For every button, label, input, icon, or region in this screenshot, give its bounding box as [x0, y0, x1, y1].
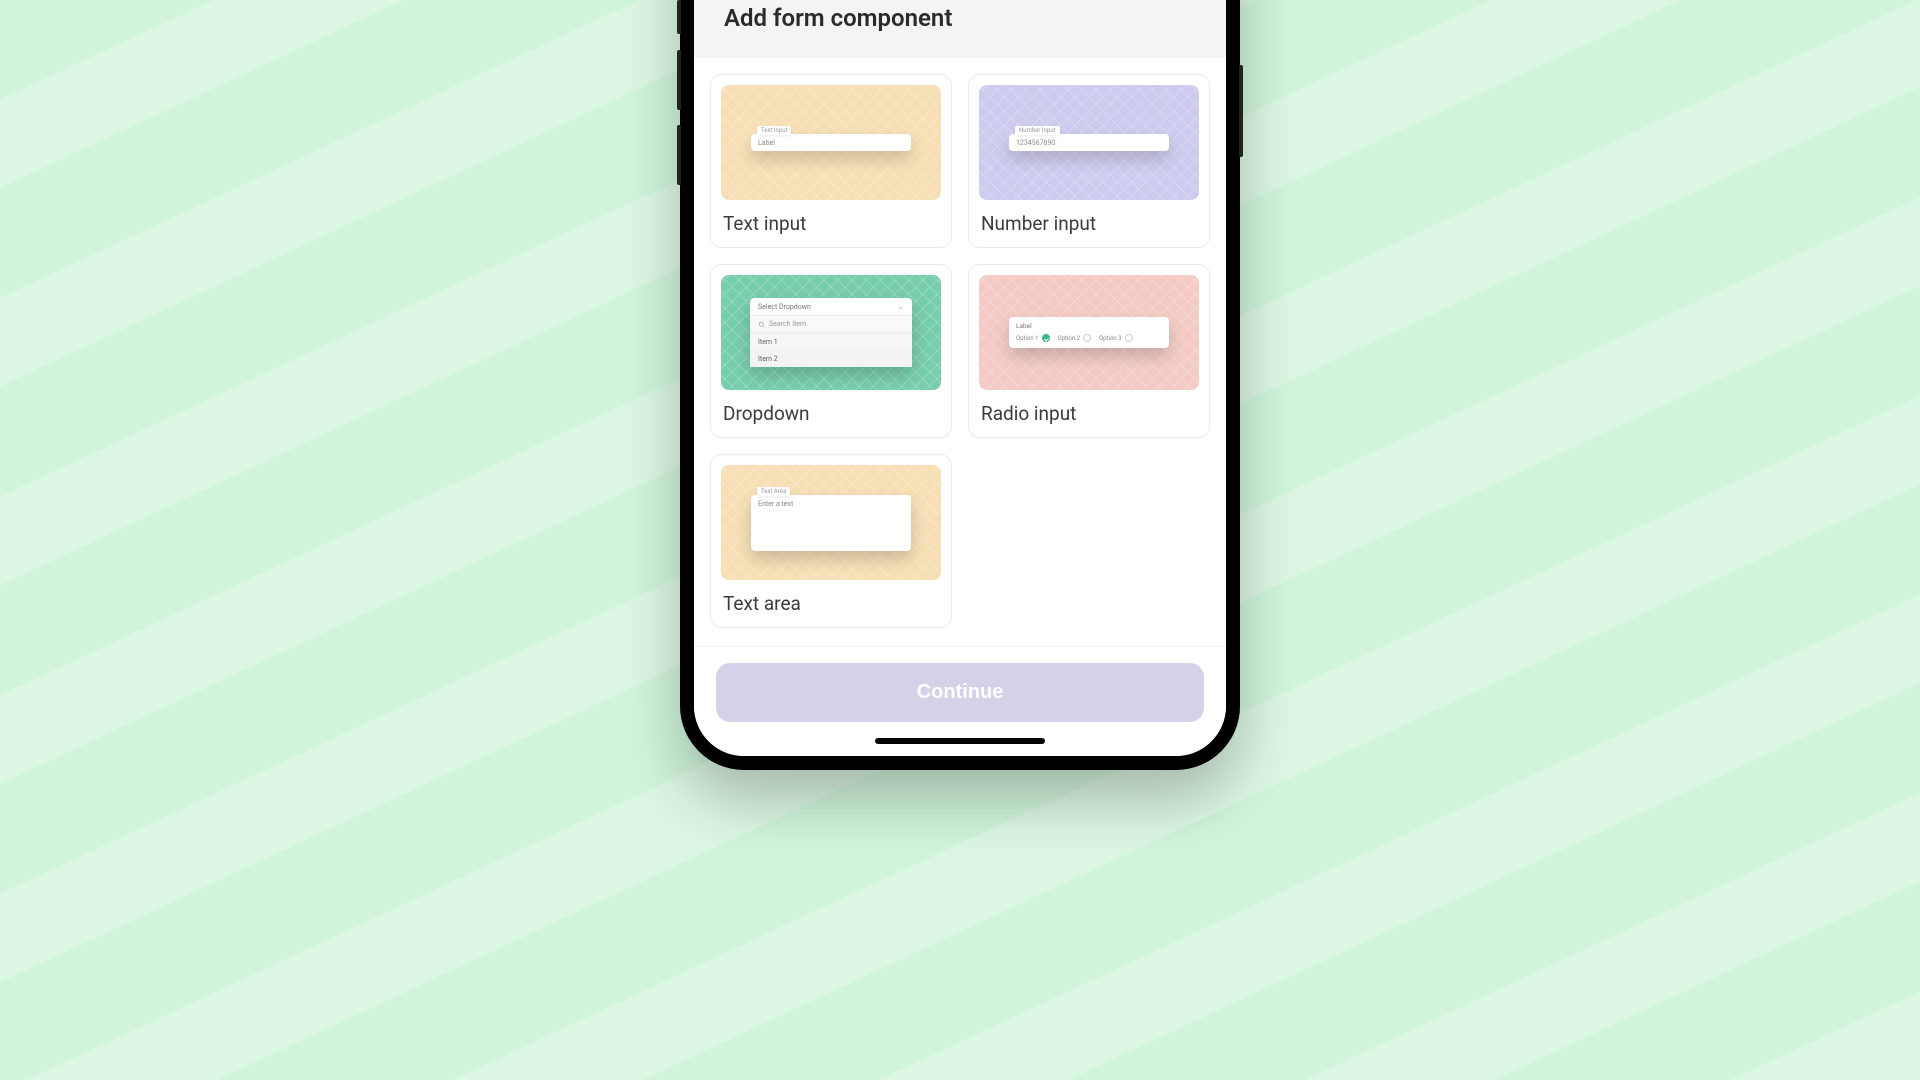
mock-placeholder: Enter a text — [758, 500, 793, 508]
radio-unselected-icon — [1083, 334, 1091, 342]
component-card-dropdown[interactable]: Select Dropdown ⌄ Search item Item 1 Ite… — [710, 264, 952, 438]
footer: Continue — [694, 646, 1226, 756]
preview-text-area: Text Area Enter a text — [721, 465, 941, 580]
preview-radio-input: Label Option 1 Option 2 Option 3 — [979, 275, 1199, 390]
phone-volume-up — [677, 50, 681, 110]
mock-label: Label — [1016, 322, 1162, 330]
dropdown-item: Item 1 — [750, 333, 912, 350]
component-grid: Text Input Label Text input Number Input… — [710, 74, 1210, 628]
dropdown-placeholder: Select Dropdown — [758, 303, 811, 311]
header: Add form component — [694, 0, 1226, 58]
mock-label: Text Area — [757, 487, 790, 496]
card-title: Text area — [721, 592, 941, 615]
phone-power-button — [1239, 65, 1243, 157]
radio-unselected-icon — [1125, 334, 1133, 342]
screen: Add form component Text Input Label Text… — [694, 0, 1226, 756]
chevron-down-icon: ⌄ — [897, 302, 904, 311]
content: Text Input Label Text input Number Input… — [694, 58, 1226, 646]
preview-text-input: Text Input Label — [721, 85, 941, 200]
card-title: Text input — [721, 212, 941, 235]
continue-button[interactable]: Continue — [716, 663, 1204, 722]
component-card-text-area[interactable]: Text Area Enter a text Text area — [710, 454, 952, 628]
component-card-number-input[interactable]: Number Input 1234567890 Number input — [968, 74, 1210, 248]
card-title: Dropdown — [721, 402, 941, 425]
phone-frame: Add form component Text Input Label Text… — [680, 0, 1240, 770]
mock-value: 1234567890 — [1016, 139, 1055, 147]
phone-volume-down — [677, 125, 681, 185]
mock-label: Text Input — [757, 126, 791, 135]
radio-option: Option 3 — [1099, 334, 1133, 342]
component-card-radio-input[interactable]: Label Option 1 Option 2 Option 3 — [968, 264, 1210, 438]
mock-number-input: Number Input 1234567890 — [1009, 134, 1169, 151]
mock-dropdown: Select Dropdown ⌄ Search item Item 1 Ite… — [750, 298, 912, 367]
card-title: Number input — [979, 212, 1199, 235]
mock-label: Number Input — [1015, 126, 1060, 135]
mock-text-input: Text Input Label — [751, 134, 911, 151]
mock-text-area: Text Area Enter a text — [751, 495, 911, 551]
phone-side-button — [677, 0, 681, 34]
preview-number-input: Number Input 1234567890 — [979, 85, 1199, 200]
radio-option: Option 2 — [1058, 334, 1092, 342]
dropdown-item: Item 2 — [750, 350, 912, 367]
preview-dropdown: Select Dropdown ⌄ Search item Item 1 Ite… — [721, 275, 941, 390]
mock-value: Label — [758, 139, 775, 147]
dropdown-search-placeholder: Search item — [769, 320, 806, 328]
radio-selected-icon — [1042, 334, 1050, 342]
component-card-text-input[interactable]: Text Input Label Text input — [710, 74, 952, 248]
radio-option: Option 1 — [1016, 334, 1050, 342]
search-icon — [758, 321, 765, 328]
mock-radio: Label Option 1 Option 2 Option 3 — [1009, 317, 1169, 348]
card-title: Radio input — [979, 402, 1199, 425]
page-title: Add form component — [724, 4, 1196, 32]
